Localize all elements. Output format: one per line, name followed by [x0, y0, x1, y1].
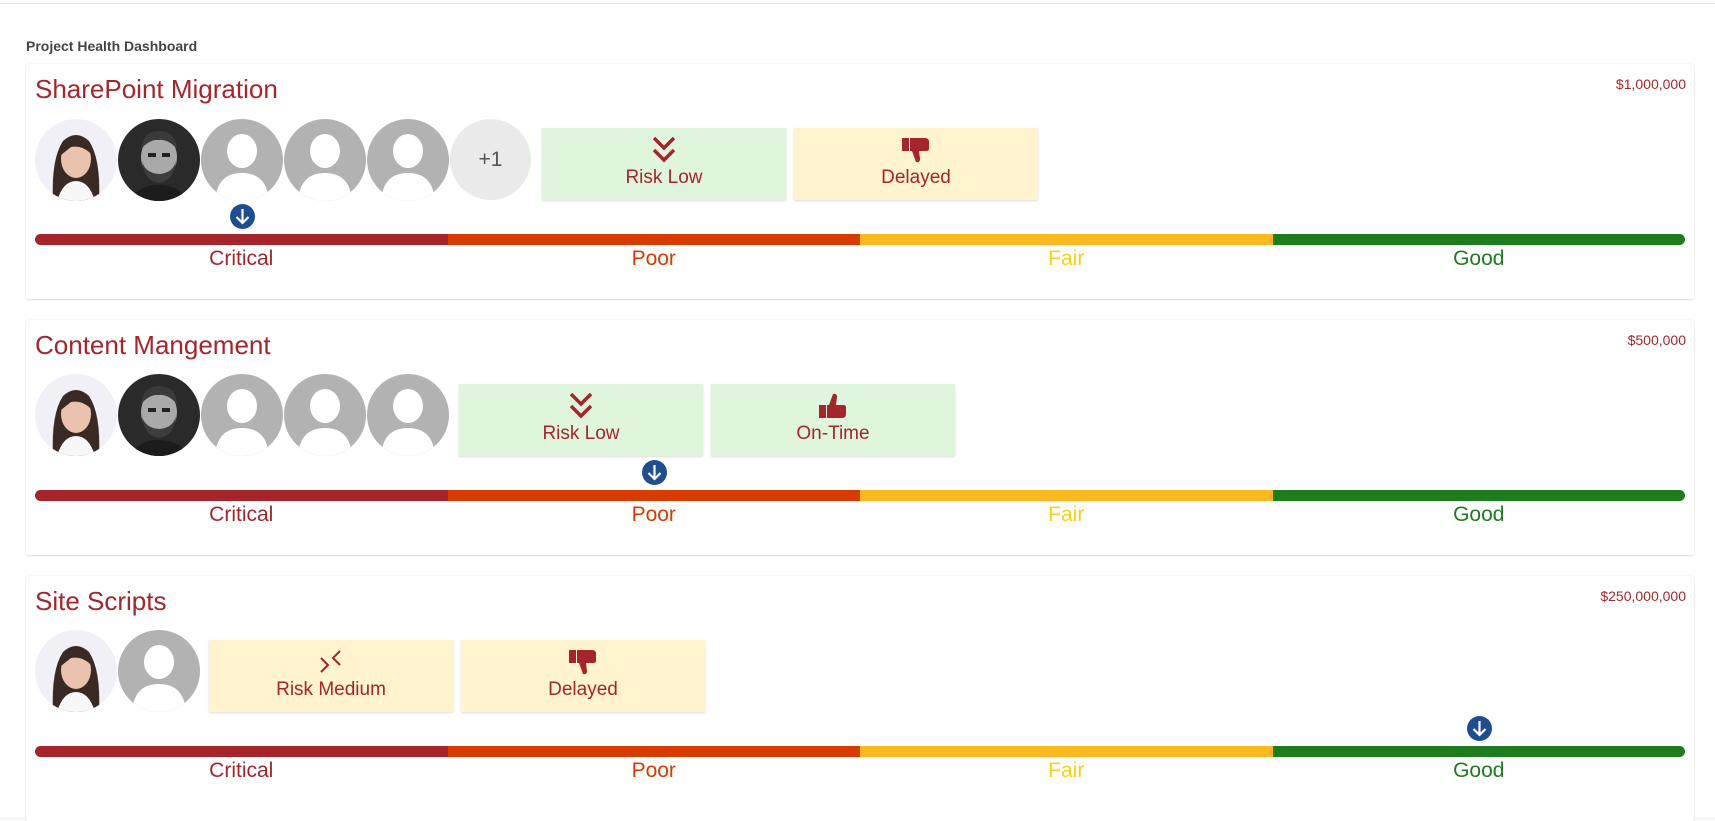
avatar[interactable] [35, 374, 117, 456]
health-segment-poor [447, 746, 860, 757]
health-label-critical: Critical [209, 759, 274, 782]
health-segment-critical [35, 234, 448, 245]
status-tiles: Risk Low Delayed [542, 128, 1038, 200]
page: Project Health Dashboard SharePoint Migr… [0, 4, 1715, 821]
health-segment-critical [35, 746, 448, 757]
status-tiles: Risk Low On-Time [459, 384, 955, 456]
health-marker-icon [642, 460, 667, 485]
schedule-label: Delayed [548, 679, 618, 700]
project-card: Site Scripts $250,000,000 Risk Medium De… [26, 576, 1694, 821]
avatar[interactable] [201, 374, 283, 456]
health-label-good: Good [1453, 247, 1505, 270]
health-labels: Critical Poor Fair Good [35, 247, 1685, 271]
double-chevron-down-icon [651, 134, 677, 166]
dashboard-title: Project Health Dashboard [26, 38, 198, 54]
schedule-tile: Delayed [461, 640, 705, 712]
risk-tile: Risk Low [459, 384, 703, 456]
project-card: Content Mangement $500,000 Risk Low On-T… [26, 320, 1694, 555]
avatar[interactable] [118, 374, 200, 456]
health-label-fair: Fair [1048, 247, 1085, 270]
project-title: SharePoint Migration [35, 74, 278, 104]
health-marker-icon [1467, 716, 1492, 741]
risk-medium-icon [318, 646, 344, 678]
avatar[interactable] [284, 119, 366, 201]
health-label-good: Good [1453, 759, 1505, 782]
thumbs-down-icon [901, 134, 931, 166]
risk-label: Risk Medium [276, 679, 386, 700]
health-label-fair: Fair [1048, 503, 1085, 526]
health-segment-poor [447, 234, 860, 245]
health-bar [35, 234, 1685, 245]
health-segment-critical [35, 490, 448, 501]
health-labels: Critical Poor Fair Good [35, 503, 1685, 527]
avatar[interactable] [118, 119, 200, 201]
health-segment-good [1272, 490, 1685, 501]
health-label-fair: Fair [1048, 759, 1085, 782]
project-card: SharePoint Migration $1,000,000 +1 Risk … [26, 64, 1694, 299]
overflow-count-button[interactable]: +1 [450, 119, 531, 200]
health-segment-good [1272, 234, 1685, 245]
schedule-tile: Delayed [794, 128, 1038, 200]
team-members [35, 630, 200, 712]
avatar[interactable] [35, 630, 117, 712]
health-segment-fair [860, 490, 1273, 501]
avatar[interactable] [284, 374, 366, 456]
risk-label: Risk Low [625, 167, 703, 188]
risk-label: Risk Low [542, 423, 620, 444]
health-segment-good [1272, 746, 1685, 757]
avatar[interactable] [35, 119, 117, 201]
health-segment-fair [860, 234, 1273, 245]
health-label-poor: Poor [631, 503, 676, 526]
health-labels: Critical Poor Fair Good [35, 759, 1685, 783]
risk-tile: Risk Medium [209, 640, 453, 712]
project-budget: $500,000 [1627, 332, 1686, 348]
avatar[interactable] [367, 374, 449, 456]
health-segment-fair [860, 746, 1273, 757]
team-members: +1 [35, 119, 531, 201]
risk-tile: Risk Low [542, 128, 786, 200]
health-label-critical: Critical [209, 247, 274, 270]
health-segment-poor [447, 490, 860, 501]
avatar[interactable] [367, 119, 449, 201]
schedule-tile: On-Time [711, 384, 955, 456]
team-members [35, 374, 449, 456]
schedule-label: On-Time [796, 423, 870, 444]
status-tiles: Risk Medium Delayed [209, 640, 705, 712]
avatar[interactable] [201, 119, 283, 201]
health-label-good: Good [1453, 503, 1505, 526]
thumbs-down-icon [568, 646, 598, 678]
thumbs-up-icon [818, 390, 848, 422]
health-marker-icon [230, 204, 255, 229]
avatar[interactable] [118, 630, 200, 712]
project-title: Content Mangement [35, 330, 271, 360]
project-budget: $1,000,000 [1615, 76, 1686, 92]
health-label-poor: Poor [631, 759, 676, 782]
health-label-critical: Critical [209, 503, 274, 526]
health-label-poor: Poor [631, 247, 676, 270]
schedule-label: Delayed [881, 167, 951, 188]
project-budget: $250,000,000 [1600, 588, 1686, 604]
project-title: Site Scripts [35, 586, 167, 616]
double-chevron-down-icon [568, 390, 594, 422]
health-bar [35, 746, 1685, 757]
health-bar [35, 490, 1685, 501]
